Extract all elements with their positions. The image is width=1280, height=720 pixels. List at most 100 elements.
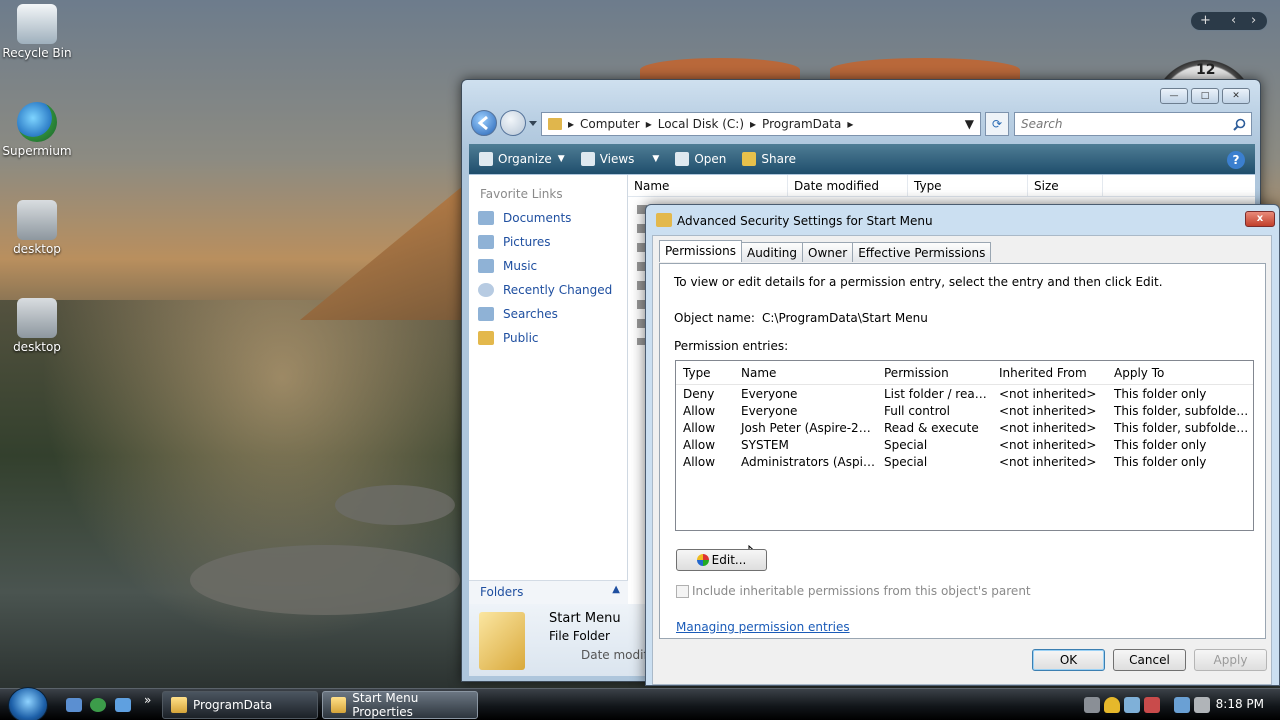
header-apply-to[interactable]: Apply To <box>1107 366 1249 380</box>
search-input[interactable]: Search <box>1014 112 1252 136</box>
table-row[interactable]: Allow Josh Peter (Aspire-223Q\... Read &… <box>676 419 1253 436</box>
cell-apply: This folder only <box>1114 437 1207 452</box>
organize-button[interactable]: Organize ▼ <box>479 152 565 166</box>
instructions-text: To view or edit details for a permission… <box>674 275 1163 289</box>
table-row[interactable]: Allow SYSTEM Special <not inherited> Thi… <box>676 436 1253 453</box>
address-bar[interactable]: ▸ Computer ▸ Local Disk (C:) ▸ ProgramDa… <box>541 112 981 136</box>
sidebar-controls: + ‹ › <box>1190 11 1268 31</box>
navigation-pane: Favorite Links Documents Pictures Music … <box>469 175 628 608</box>
tray-alert-icon[interactable] <box>1144 697 1160 713</box>
favorite-recently-changed[interactable]: Recently Changed <box>478 282 627 297</box>
taskbar-item-programdata[interactable]: ProgramData <box>162 691 318 719</box>
file-icon <box>17 298 57 338</box>
header-name[interactable]: Name <box>734 366 877 380</box>
share-label: Share <box>761 152 797 166</box>
wallpaper-rock <box>190 545 460 615</box>
back-arrow-icon <box>477 115 488 131</box>
edit-button[interactable]: Edit... <box>676 549 767 571</box>
search-icon[interactable] <box>1233 118 1246 131</box>
forward-button[interactable] <box>500 110 526 136</box>
table-row[interactable]: Deny Everyone List folder / read data <n… <box>676 385 1253 402</box>
cell-type: Allow <box>683 454 716 469</box>
open-button[interactable]: Open <box>675 152 726 166</box>
tab-permissions[interactable]: Permissions <box>659 240 742 262</box>
edit-button-label: Edit... <box>711 553 747 567</box>
quicklaunch-overflow-icon[interactable]: » <box>144 693 151 707</box>
column-name[interactable]: Name <box>628 175 788 196</box>
breadcrumb-computer[interactable]: Computer <box>580 117 640 131</box>
switch-windows-icon[interactable] <box>115 698 131 712</box>
permission-entries-table[interactable]: Type Name Permission Inherited From Appl… <box>675 360 1254 531</box>
tab-auditing[interactable]: Auditing <box>740 242 804 262</box>
task-label: Start Menu Properties <box>352 691 419 719</box>
inherit-permissions-label: Include inheritable permissions from thi… <box>692 584 1031 598</box>
minimize-button[interactable]: — <box>1160 88 1188 104</box>
show-desktop-icon[interactable] <box>66 698 82 712</box>
favorite-documents[interactable]: Documents <box>478 210 627 225</box>
dialog-close-button[interactable]: x <box>1245 211 1275 227</box>
close-window-button[interactable]: ✕ <box>1222 88 1250 104</box>
uac-shield-icon <box>696 554 709 566</box>
share-button[interactable]: Share <box>742 152 796 166</box>
start-button[interactable] <box>8 687 48 720</box>
favorite-searches[interactable]: Searches <box>478 306 627 321</box>
favorite-pictures[interactable]: Pictures <box>478 234 627 249</box>
favorite-music[interactable]: Music <box>478 258 627 273</box>
breadcrumb-programdata[interactable]: ProgramData <box>762 117 841 131</box>
security-shield-icon[interactable] <box>1104 697 1120 713</box>
column-type[interactable]: Type <box>908 175 1028 196</box>
column-header-row: Name Date modified Type Size <box>628 175 1255 197</box>
managing-permissions-link[interactable]: Managing permission entries <box>676 620 850 634</box>
cell-permission: List folder / read data <box>884 386 992 401</box>
breadcrumb-local-disk[interactable]: Local Disk (C:) <box>658 117 744 131</box>
network-tray-icon[interactable] <box>1084 697 1100 713</box>
taskbar-item-start-menu-properties[interactable]: Start Menu Properties <box>322 691 478 719</box>
address-dropdown-icon[interactable]: ▼ <box>965 117 974 131</box>
desktop-icon-supermium[interactable]: Supermium <box>1 102 73 158</box>
cancel-button[interactable]: Cancel <box>1113 649 1186 671</box>
desktop-icon-recycle-bin[interactable]: Recycle Bin <box>1 4 73 60</box>
help-button[interactable]: ? <box>1227 151 1245 169</box>
permission-entries-label: Permission entries: <box>674 339 789 353</box>
table-row[interactable]: Allow Administrators (Aspire-223... Spec… <box>676 453 1253 470</box>
cell-type: Deny <box>683 386 715 401</box>
back-button[interactable] <box>471 110 497 136</box>
column-size[interactable]: Size <box>1028 175 1103 196</box>
browser-quicklaunch-icon[interactable] <box>90 698 106 712</box>
folder-icon <box>331 697 347 713</box>
tab-owner[interactable]: Owner <box>802 242 854 262</box>
inherit-permissions-checkbox[interactable] <box>676 585 689 598</box>
table-row[interactable]: Allow Everyone Full control <not inherit… <box>676 402 1253 419</box>
refresh-icon[interactable]: ⟳ <box>985 112 1009 136</box>
task-label: ProgramData <box>193 698 273 712</box>
folder-icon <box>656 213 672 227</box>
taskbar-clock[interactable]: 8:18 PM <box>1216 697 1264 711</box>
apply-button[interactable]: Apply <box>1194 649 1267 671</box>
views-button[interactable]: Views ▼ <box>580 152 659 166</box>
maximize-button[interactable]: □ <box>1191 88 1219 104</box>
favorite-public[interactable]: Public <box>478 330 627 345</box>
header-type[interactable]: Type <box>676 366 734 380</box>
wallpaper-rock <box>335 485 455 525</box>
column-date-modified[interactable]: Date modified <box>788 175 908 196</box>
header-inherited-from[interactable]: Inherited From <box>992 366 1107 380</box>
tray-app-icon[interactable] <box>1124 697 1140 713</box>
tab-effective-permissions[interactable]: Effective Permissions <box>852 242 992 262</box>
next-gadget-button[interactable]: › <box>1251 13 1256 28</box>
prev-gadget-button[interactable]: ‹ <box>1231 13 1236 28</box>
details-date-label: Date modifi <box>581 648 652 662</box>
folder-icon <box>171 697 187 713</box>
folders-toggle[interactable]: Folders ▲ <box>469 580 628 604</box>
network-connection-icon[interactable] <box>1174 697 1190 713</box>
desktop-icon-label: desktop <box>13 242 61 256</box>
add-gadget-button[interactable]: + <box>1200 13 1211 28</box>
desktop-icon-desktop-2[interactable]: desktop <box>1 298 73 354</box>
volume-muted-icon[interactable] <box>1194 697 1210 713</box>
details-name: Start Menu <box>549 611 621 626</box>
header-permission[interactable]: Permission <box>877 366 992 380</box>
recent-pages-chevron-icon[interactable] <box>528 120 538 128</box>
desktop-icon-desktop-1[interactable]: desktop <box>1 200 73 256</box>
organize-icon <box>479 152 493 166</box>
organize-label: Organize <box>498 152 552 166</box>
ok-button[interactable]: OK <box>1032 649 1105 671</box>
